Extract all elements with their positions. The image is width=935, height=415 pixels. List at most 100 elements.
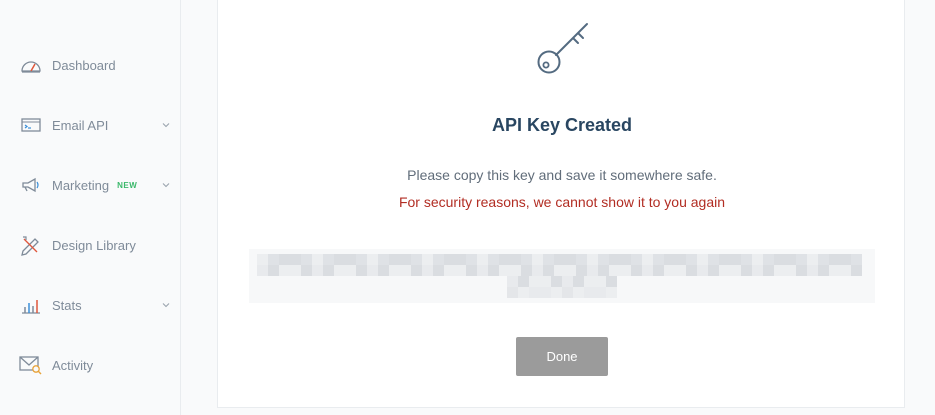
obscured-pixel <box>345 265 356 276</box>
obscured-pixel <box>510 254 521 265</box>
bar-chart-icon <box>19 293 43 317</box>
obscured-pixel <box>642 254 653 265</box>
key-icon <box>535 22 591 78</box>
obscured-pixel <box>400 254 411 265</box>
obscured-pixel <box>587 265 598 276</box>
sidebar-item-activity[interactable]: Activity <box>0 345 180 385</box>
sidebar-item-marketing[interactable]: Marketing NEW <box>0 165 180 205</box>
chevron-down-icon[interactable] <box>161 180 171 190</box>
obscured-pixel <box>529 287 540 298</box>
done-button[interactable]: Done <box>516 337 608 376</box>
obscured-pixel <box>543 265 554 276</box>
chevron-down-icon[interactable] <box>161 120 171 130</box>
obscured-pixel <box>807 254 818 265</box>
obscured-pixel <box>510 265 521 276</box>
copy-instructions: Please copy this key and save it somewhe… <box>407 167 717 183</box>
obscured-pixel <box>507 276 518 287</box>
obscured-pixel <box>378 254 389 265</box>
obscured-pixel <box>422 265 433 276</box>
sidebar-item-stats[interactable]: Stats <box>0 285 180 325</box>
obscured-pixel <box>323 265 334 276</box>
obscured-pixel <box>785 254 796 265</box>
obscured-pixel <box>345 254 356 265</box>
obscured-pixel <box>518 276 529 287</box>
obscured-pixel <box>477 254 488 265</box>
modal-title: API Key Created <box>491 115 633 135</box>
obscured-pixel <box>675 254 686 265</box>
obscured-pixel <box>400 265 411 276</box>
obscured-pixel <box>532 265 543 276</box>
obscured-pixel <box>587 254 598 265</box>
obscured-pixel <box>708 254 719 265</box>
obscured-pixel <box>279 265 290 276</box>
sidebar-item-design-library[interactable]: Design Library <box>0 225 180 265</box>
obscured-pixel <box>356 254 367 265</box>
obscured-pixel <box>433 265 444 276</box>
obscured-pixel <box>565 265 576 276</box>
obscured-pixel <box>606 276 617 287</box>
obscured-pixel <box>334 265 345 276</box>
sidebar-item-dashboard[interactable]: Dashboard <box>0 45 180 85</box>
obscured-pixel <box>499 265 510 276</box>
obscured-pixel <box>488 265 499 276</box>
obscured-pixel <box>807 265 818 276</box>
obscured-pixel <box>606 287 617 298</box>
obscured-pixel <box>565 254 576 265</box>
obscured-pixel <box>598 254 609 265</box>
obscured-pixel <box>818 265 829 276</box>
obscured-pixel <box>334 254 345 265</box>
obscured-pixel <box>708 265 719 276</box>
obscured-pixel <box>268 254 279 265</box>
obscured-pixel <box>356 265 367 276</box>
obscured-pixel <box>444 254 455 265</box>
obscured-pixel <box>573 276 584 287</box>
obscured-pixel <box>595 287 606 298</box>
obscured-pixel <box>818 254 829 265</box>
obscured-pixel <box>653 265 664 276</box>
obscured-pixel <box>389 254 400 265</box>
security-warning: For security reasons, we cannot show it … <box>398 194 726 210</box>
obscured-pixel <box>521 265 532 276</box>
obscured-pixel <box>433 254 444 265</box>
obscured-pixel <box>763 254 774 265</box>
obscured-pixel <box>620 254 631 265</box>
obscured-pixel <box>543 254 554 265</box>
obscured-pixel <box>719 254 730 265</box>
obscured-pixel <box>554 265 565 276</box>
obscured-pixel <box>312 265 323 276</box>
obscured-pixel <box>466 254 477 265</box>
obscured-pixel <box>477 265 488 276</box>
obscured-pixel <box>741 254 752 265</box>
obscured-pixel <box>562 276 573 287</box>
obscured-pixel <box>301 265 312 276</box>
obscured-pixel <box>584 287 595 298</box>
obscured-pixel <box>521 254 532 265</box>
obscured-pixel <box>378 265 389 276</box>
obscured-pixel <box>444 265 455 276</box>
obscured-pixel <box>367 265 378 276</box>
pencil-ruler-icon <box>19 233 43 257</box>
obscured-pixel <box>686 265 697 276</box>
obscured-pixel <box>576 254 587 265</box>
obscured-pixel <box>529 276 540 287</box>
obscured-pixel <box>829 254 840 265</box>
obscured-pixel <box>554 254 565 265</box>
sidebar-item-email-api[interactable]: Email API <box>0 105 180 145</box>
obscured-pixel <box>466 265 477 276</box>
obscured-pixel <box>422 254 433 265</box>
sidebar-item-label: Design Library <box>52 237 136 253</box>
speedometer-icon <box>19 53 43 77</box>
obscured-pixel <box>829 265 840 276</box>
obscured-pixel <box>290 265 301 276</box>
obscured-pixel <box>584 276 595 287</box>
chevron-down-icon[interactable] <box>161 300 171 310</box>
obscured-pixel <box>455 265 466 276</box>
obscured-pixel <box>719 265 730 276</box>
obscured-pixel <box>488 254 499 265</box>
obscured-pixel <box>576 265 587 276</box>
obscured-pixel <box>367 254 378 265</box>
obscured-pixel <box>518 287 529 298</box>
obscured-pixel <box>631 254 642 265</box>
obscured-pixel <box>595 276 606 287</box>
api-key-field[interactable] <box>249 249 875 303</box>
